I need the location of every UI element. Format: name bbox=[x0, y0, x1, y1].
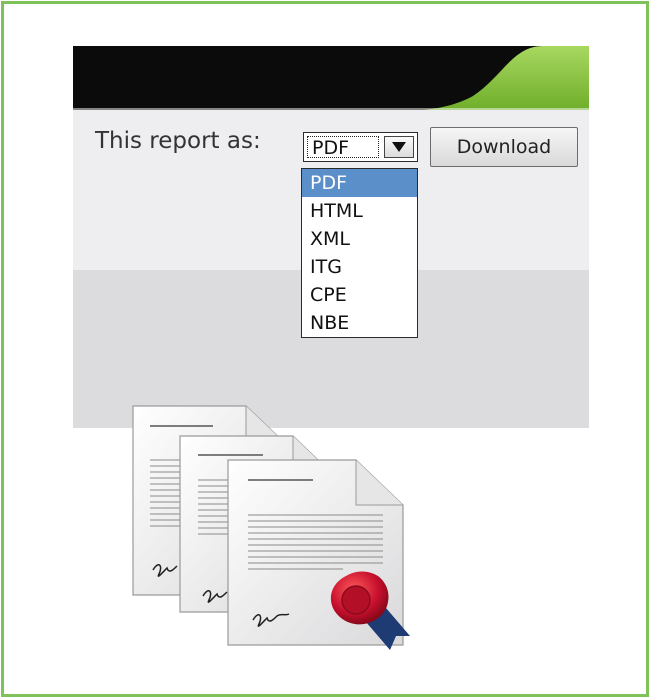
format-option-xml[interactable]: XML bbox=[302, 225, 417, 253]
format-select-value: PDF bbox=[307, 136, 379, 159]
format-option-html[interactable]: HTML bbox=[302, 197, 417, 225]
download-button[interactable]: Download bbox=[430, 127, 578, 167]
window-header bbox=[73, 46, 589, 110]
format-option-itg[interactable]: ITG bbox=[302, 253, 417, 281]
format-option-cpe[interactable]: CPE bbox=[302, 281, 417, 309]
format-option-nbe[interactable]: NBE bbox=[302, 309, 417, 337]
documents-icon bbox=[128, 400, 418, 660]
format-dropdown-list: PDF HTML XML ITG CPE NBE bbox=[301, 168, 418, 338]
format-option-pdf[interactable]: PDF bbox=[302, 169, 417, 197]
report-format-label: This report as: bbox=[95, 128, 261, 154]
dropdown-arrow-icon[interactable] bbox=[384, 136, 414, 158]
format-select[interactable]: PDF bbox=[303, 132, 418, 162]
report-window: This report as: PDF Download PDF HTML XM… bbox=[73, 46, 589, 428]
